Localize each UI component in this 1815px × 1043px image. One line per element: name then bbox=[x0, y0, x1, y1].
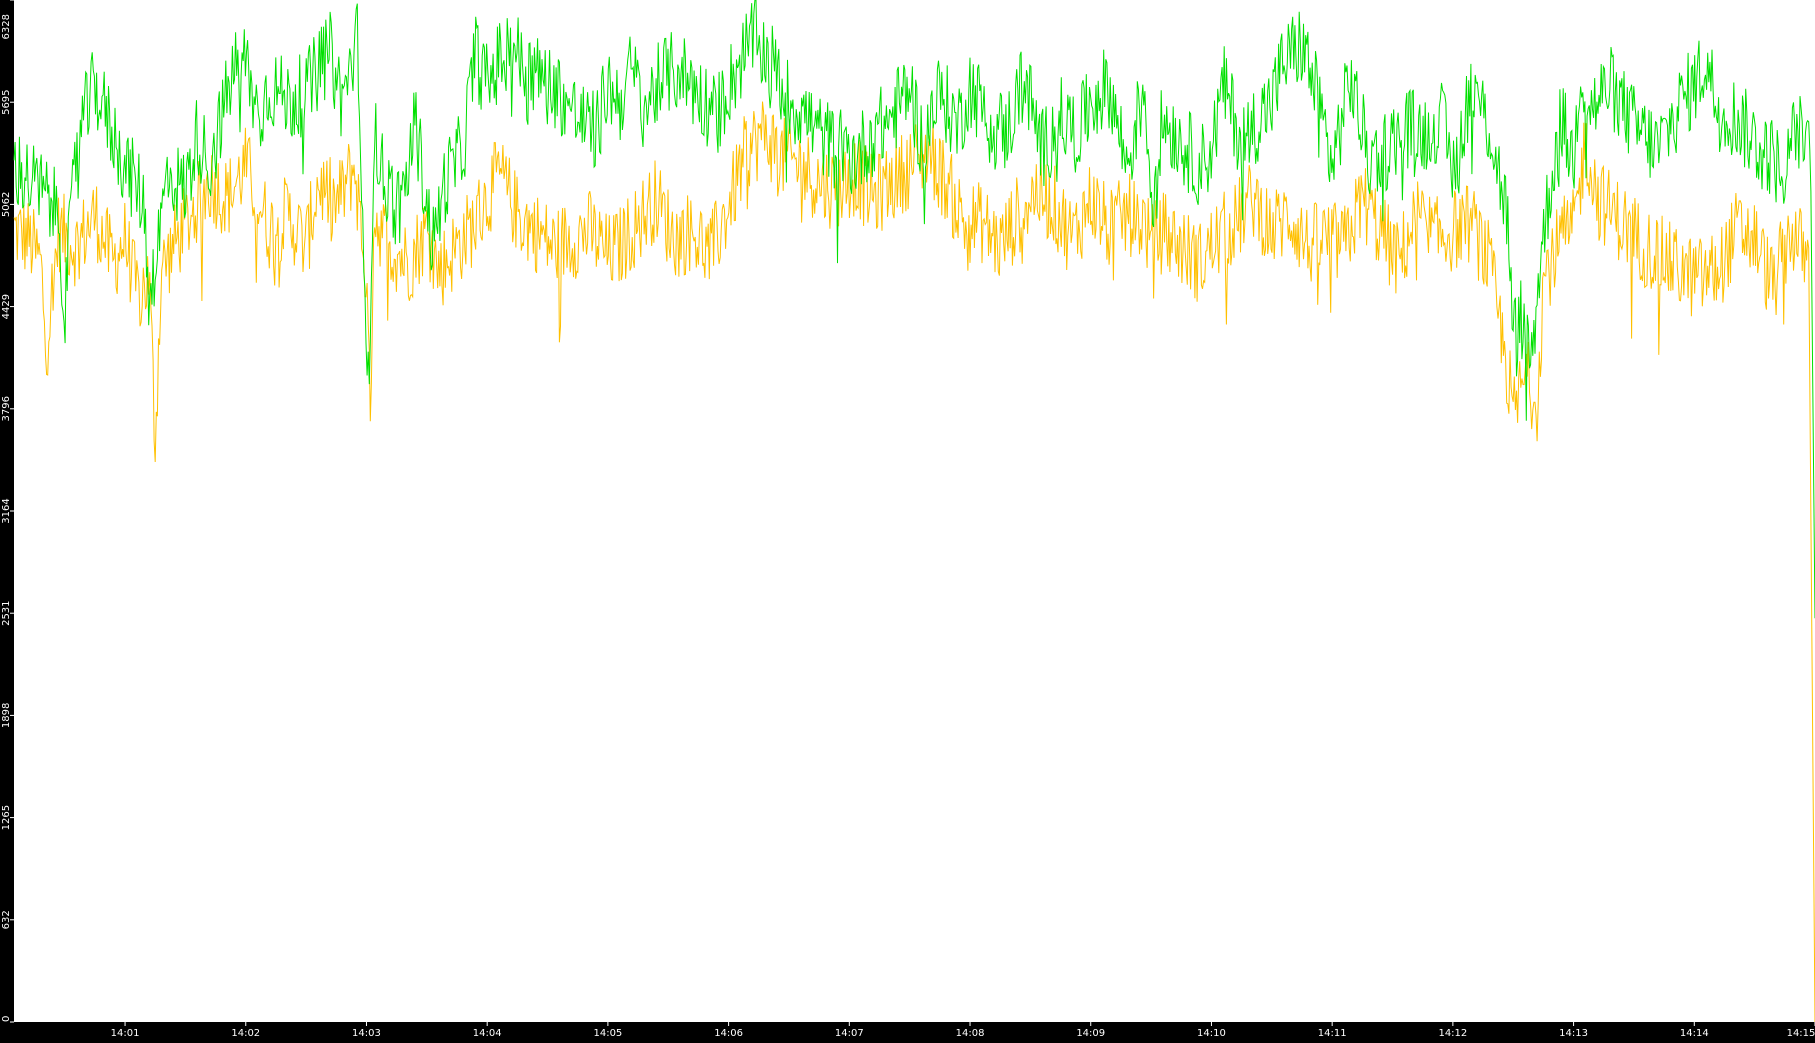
y-tick-label: 1265 bbox=[1, 805, 12, 830]
x-tick-label: 14:12 bbox=[1438, 1028, 1467, 1039]
x-tick-label: 14:14 bbox=[1680, 1028, 1709, 1039]
x-tick-label: 14:02 bbox=[231, 1028, 260, 1039]
y-tick-label: 6328 bbox=[1, 14, 12, 39]
line-chart: 0 632 1265 1898 2531 3164 3796 4429 5062 5695 6328… bbox=[1, 0, 1815, 1039]
x-tick-label: 14:07 bbox=[835, 1028, 864, 1039]
x-tick-label: 14:06 bbox=[714, 1028, 743, 1039]
x-tick-label: 14:10 bbox=[1197, 1028, 1226, 1039]
y-tick-label: 4429 bbox=[1, 294, 12, 319]
y-tick-label: 2531 bbox=[1, 600, 12, 625]
chart-area: 0 632 1265 1898 2531 3164 3796 4429 5062 5695 6328… bbox=[0, 0, 1815, 1039]
x-tick-label: 14:08 bbox=[956, 1028, 985, 1039]
x-tick-label: 14:11 bbox=[1318, 1028, 1347, 1039]
x-tick-label: 14:15 bbox=[1787, 1028, 1815, 1039]
x-tick-label: 14:03 bbox=[352, 1028, 381, 1039]
y-tick-label: 632 bbox=[1, 910, 12, 929]
y-tick-label: 5062 bbox=[1, 192, 12, 217]
y-tick-label: 0 bbox=[1, 1016, 12, 1022]
x-tick-label: 14:01 bbox=[111, 1028, 140, 1039]
x-tick-label: 14:05 bbox=[593, 1028, 622, 1039]
x-tick-label: 14:04 bbox=[473, 1028, 502, 1039]
y-tick-label: 3164 bbox=[1, 498, 12, 523]
y-tick-label: 3796 bbox=[1, 396, 12, 421]
y-tick-label: 5695 bbox=[1, 89, 12, 114]
x-axis: 14:01 14:02 14:03 14:04 14:05 14:06 14:07 14:08… bbox=[111, 1022, 1815, 1039]
y-axis: 0 632 1265 1898 2531 3164 3796 4429 5062 5695 6328 bbox=[1, 0, 14, 1023]
x-tick-label: 14:13 bbox=[1559, 1028, 1588, 1039]
x-tick-label: 14:09 bbox=[1076, 1028, 1105, 1039]
y-tick-label: 1898 bbox=[1, 703, 12, 728]
